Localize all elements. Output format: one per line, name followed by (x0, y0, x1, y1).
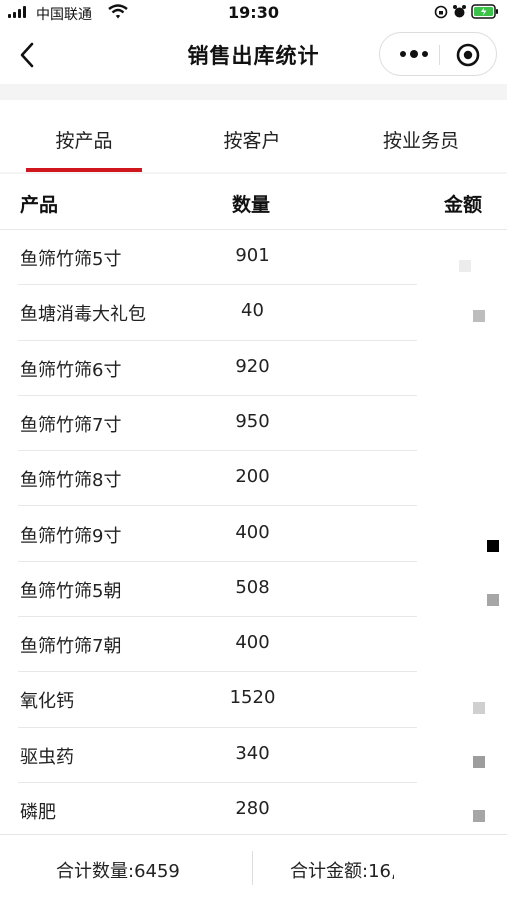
product-quantity: 1520 (229, 687, 276, 709)
totals-footer: 合计数量:6459 合计金额:16, (0, 834, 507, 902)
product-quantity: 400 (235, 521, 270, 543)
redaction-mark (473, 310, 485, 322)
battery-icon (471, 4, 498, 19)
product-quantity: 508 (235, 576, 270, 598)
footer-divider (252, 851, 253, 885)
tab-by-customer[interactable]: 按客户 (196, 126, 308, 153)
redaction-mark (473, 702, 485, 714)
total-amount: 合计金额:16, (290, 861, 397, 882)
product-name: 鱼筛竹筛8寸 (20, 470, 122, 492)
header-quantity: 数量 (232, 194, 271, 216)
close-mini-program-icon[interactable] (456, 43, 480, 67)
header-amount: 金额 (444, 194, 483, 216)
table-header: 产品 数量 金额 (0, 174, 507, 230)
product-name: 磷肥 (20, 802, 56, 823)
nav-bar: 销售出库统计 (0, 26, 507, 84)
tab-by-product[interactable]: 按产品 (26, 126, 142, 153)
status-time: 19:30 (228, 3, 279, 22)
redacted-amount-column (417, 230, 507, 834)
sales-table: 产品 数量 金额 鱼筛竹筛5寸 901 鱼塘消毒大礼包 40 鱼筛竹筛6寸 92… (0, 174, 507, 834)
product-quantity: 901 (235, 245, 270, 266)
product-name: 鱼筛竹筛7朝 (20, 636, 122, 658)
product-quantity: 40 (241, 300, 264, 322)
header-product: 产品 (20, 194, 59, 216)
mini-program-capsule (379, 32, 497, 76)
product-name: 驱虫药 (20, 746, 74, 768)
redaction-mark (473, 810, 485, 822)
tab-bar: 按产品 按客户 按业务员 (0, 100, 507, 172)
more-icon[interactable] (396, 43, 432, 65)
product-name: 鱼筛竹筛5朝 (20, 580, 122, 602)
active-tab-indicator (26, 168, 142, 172)
redacted-total-amount (394, 845, 507, 893)
product-name: 鱼筛竹筛6寸 (20, 359, 122, 381)
redaction-mark (487, 594, 499, 606)
product-quantity: 340 (235, 742, 270, 764)
product-quantity: 950 (235, 410, 270, 432)
product-name: 鱼筛竹筛5寸 (20, 249, 122, 270)
tab-by-salesperson[interactable]: 按业务员 (362, 126, 480, 153)
product-quantity: 200 (235, 466, 270, 488)
product-quantity: 920 (235, 355, 270, 377)
redaction-mark (473, 756, 485, 768)
product-quantity: 400 (235, 632, 270, 654)
redaction-mark (487, 540, 499, 552)
redaction-mark (459, 260, 471, 272)
lock-rotation-icon (434, 5, 448, 18)
product-name: 氧化钙 (20, 691, 74, 713)
product-quantity: 280 (235, 798, 270, 819)
product-name: 鱼筛竹筛7寸 (20, 414, 122, 436)
alarm-clock-icon (453, 5, 466, 18)
capsule-divider (439, 45, 440, 65)
total-quantity: 合计数量:6459 (56, 861, 180, 882)
product-name: 鱼筛竹筛9寸 (20, 525, 122, 547)
product-name: 鱼塘消毒大礼包 (20, 304, 146, 326)
status-bar: 中国联通 19:30 (0, 0, 507, 26)
